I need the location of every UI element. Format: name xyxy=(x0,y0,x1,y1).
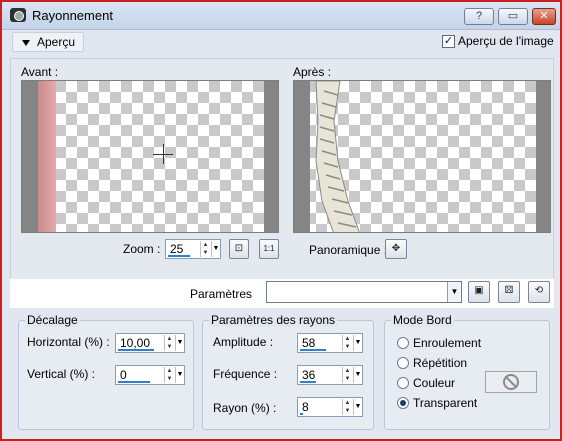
dropdown-arrow-icon[interactable]: ▼ xyxy=(447,282,461,302)
vertical-spinner[interactable]: 0 ▲ ▼ ▼ xyxy=(115,365,185,385)
edge-wrap-label: Enroulement xyxy=(413,336,482,350)
right-gray-strip xyxy=(264,81,278,232)
frequency-value: 36 xyxy=(302,368,316,382)
triangle-down-icon xyxy=(22,40,30,46)
before-preview[interactable] xyxy=(21,80,279,233)
spin-arrows-icon[interactable]: ▲ ▼ xyxy=(342,399,352,415)
dropdown-arrow-icon[interactable]: ▼ xyxy=(175,367,184,383)
radius-spinner[interactable]: 8 ▲ ▼ ▼ xyxy=(297,397,363,417)
edge-wrap-radio[interactable] xyxy=(397,337,409,349)
reset-button[interactable]: ⟲ xyxy=(528,281,550,303)
window-title: Rayonnement xyxy=(32,8,113,23)
edge-color-swatch[interactable] xyxy=(485,371,537,393)
horizontal-label: Horizontal (%) : xyxy=(27,335,110,349)
edge-mode-group: Mode Bord Enroulement Répétition Couleur… xyxy=(384,313,550,430)
amplitude-label: Amplitude : xyxy=(213,335,274,349)
vertical-label: Vertical (%) : xyxy=(27,367,96,381)
save-preset-button[interactable]: ▣ xyxy=(468,281,490,303)
zoom-actual-size-button[interactable]: 1:1 xyxy=(259,239,279,259)
spin-arrows-icon[interactable]: ▲ ▼ xyxy=(164,367,174,383)
spin-arrows-icon[interactable]: ▲ ▼ xyxy=(200,241,210,257)
spin-arrows-icon[interactable]: ▲ ▼ xyxy=(164,335,174,351)
frequency-spinner[interactable]: 36 ▲ ▼ ▼ xyxy=(297,365,363,385)
presets-label: Paramètres xyxy=(190,287,253,301)
preview-toggle-label: Aperçu xyxy=(37,35,76,49)
vertical-value: 0 xyxy=(120,368,127,382)
title-bar[interactable]: Rayonnement ? ▭ ✕ xyxy=(2,2,560,30)
dropdown-arrow-icon[interactable]: ▼ xyxy=(175,335,184,351)
after-label: Après : xyxy=(293,65,332,79)
dropdown-arrow-icon[interactable]: ▼ xyxy=(353,399,362,415)
edge-transparent-radio[interactable] xyxy=(397,397,409,409)
edge-mode-title: Mode Bord xyxy=(391,313,454,327)
frequency-label: Fréquence : xyxy=(213,367,278,381)
amplitude-slider-fill xyxy=(300,349,326,351)
edge-transparent-label: Transparent xyxy=(413,396,478,410)
radius-label: Rayon (%) : xyxy=(213,401,277,415)
zoom-fit-button[interactable]: ⊡ xyxy=(229,239,249,259)
radius-slider-fill xyxy=(300,413,303,415)
camera-icon xyxy=(10,8,26,22)
radius-value: 8 xyxy=(302,400,309,414)
horizontal-slider-fill xyxy=(118,349,154,351)
pink-strip xyxy=(38,81,56,232)
zoom-value: 25 xyxy=(170,242,184,256)
before-label: Avant : xyxy=(21,65,59,79)
offset-group-title: Décalage xyxy=(25,313,80,327)
horizontal-value: 10,00 xyxy=(120,336,151,350)
ray-settings-group: Paramètres des rayons Amplitude : 58 ▲ ▼ … xyxy=(202,313,374,430)
presets-dropdown[interactable]: ▼ xyxy=(266,281,462,303)
dropdown-arrow-icon[interactable]: ▼ xyxy=(353,335,362,351)
preview-area: Avant : Après : Zoom : 25 ▲ ▼ ▼ ⊡ 1:1 Pa… xyxy=(10,58,554,294)
amplitude-spinner[interactable]: 58 ▲ ▼ ▼ xyxy=(297,333,363,353)
presets-row: Paramètres ▼ ▣ ⚄ ⟲ xyxy=(10,278,554,308)
zoom-label: Zoom : xyxy=(123,242,161,256)
no-color-icon xyxy=(503,374,519,390)
right-gray-strip xyxy=(536,81,550,232)
spin-arrows-icon[interactable]: ▲ ▼ xyxy=(342,367,352,383)
zoom-spinner[interactable]: 25 ▲ ▼ ▼ xyxy=(165,239,221,259)
crosshair-vertical xyxy=(163,144,164,164)
minimize-button[interactable]: ▭ xyxy=(498,8,528,25)
help-button[interactable]: ? xyxy=(464,8,494,25)
preview-toggle-button[interactable]: Aperçu xyxy=(12,32,84,52)
amplitude-value: 58 xyxy=(302,336,316,350)
vertical-slider-fill xyxy=(118,381,150,383)
edge-color-label: Couleur xyxy=(413,376,456,390)
dropdown-arrow-icon[interactable]: ▼ xyxy=(211,241,220,257)
randomize-button[interactable]: ⚄ xyxy=(498,281,520,303)
edge-repeat-label: Répétition xyxy=(413,356,468,370)
close-button[interactable]: ✕ xyxy=(532,8,556,25)
radiant-rays-effect xyxy=(315,81,360,232)
image-preview-label: Aperçu de l'image xyxy=(458,34,554,48)
edge-repeat-radio[interactable] xyxy=(397,357,409,369)
image-preview-checkbox[interactable]: ✓ xyxy=(442,35,455,48)
dialog-window: Rayonnement ? ▭ ✕ Aperçu ✓ Aperçu de l'i… xyxy=(0,0,562,441)
left-gray-strip xyxy=(22,81,38,232)
dialog-body: Aperçu ✓ Aperçu de l'image Avant : Après… xyxy=(2,30,560,439)
pan-move-button[interactable]: ✥ xyxy=(385,239,407,259)
horizontal-spinner[interactable]: 10,00 ▲ ▼ ▼ xyxy=(115,333,185,353)
transparency-checker xyxy=(22,81,278,232)
panoramique-label: Panoramique : xyxy=(309,243,388,257)
spin-arrows-icon[interactable]: ▲ ▼ xyxy=(342,335,352,351)
after-preview[interactable] xyxy=(293,80,551,233)
offset-group: Décalage Horizontal (%) : 10,00 ▲ ▼ ▼ Ver… xyxy=(18,313,194,430)
ray-settings-title: Paramètres des rayons xyxy=(209,313,338,327)
edge-color-radio[interactable] xyxy=(397,377,409,389)
dropdown-arrow-icon[interactable]: ▼ xyxy=(353,367,362,383)
frequency-slider-fill xyxy=(300,381,316,383)
zoom-slider-fill xyxy=(168,255,190,257)
